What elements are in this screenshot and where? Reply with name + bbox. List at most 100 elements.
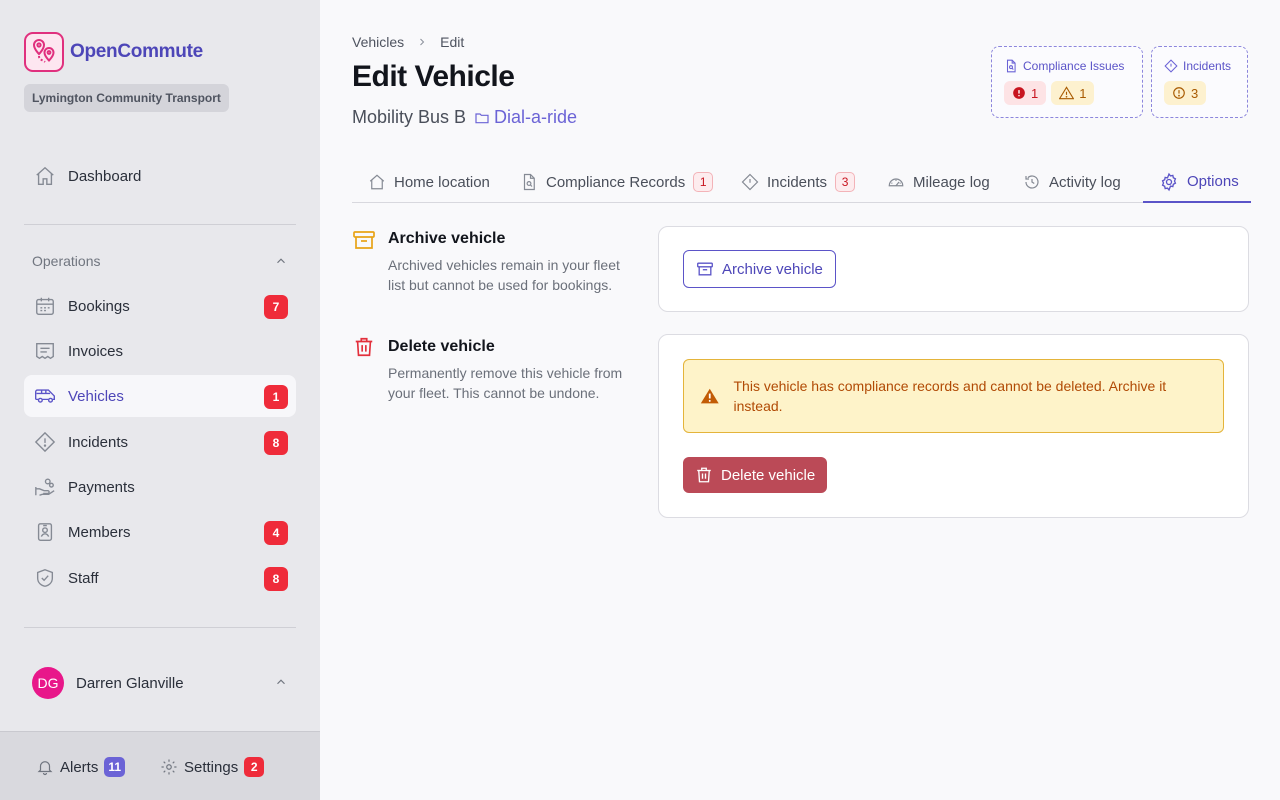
archive-box-icon: [697, 262, 713, 276]
tab-options[interactable]: Options: [1143, 162, 1251, 203]
delete-warning-text: This vehicle has compliance records and …: [733, 378, 1167, 414]
breadcrumb: Vehicles Edit: [352, 34, 464, 50]
sidebar-item-label: Vehicles: [68, 387, 124, 405]
gear-icon: [161, 759, 177, 775]
warning-triangle-icon: [700, 388, 719, 404]
alerts-button[interactable]: Alerts 11: [36, 756, 126, 778]
incidents-label: Incidents: [1183, 59, 1232, 73]
sidebar-item-members[interactable]: Members 4: [24, 511, 296, 553]
chevron-right-icon: [416, 36, 428, 48]
sidebar-item-staff[interactable]: Staff 8: [24, 557, 296, 599]
delete-section-description: Permanently remove this vehicle from you…: [388, 365, 623, 401]
sidebar-footer: Alerts 11 Settings 2: [0, 731, 320, 800]
count-badge: 8: [264, 567, 288, 591]
alerts-count-badge: 11: [104, 757, 126, 777]
tab-label: Incidents: [767, 173, 828, 191]
warning-diamond-icon: [1164, 59, 1178, 73]
section-label: Operations: [32, 253, 101, 269]
home-icon: [34, 165, 56, 187]
user-name: Darren Glanville: [76, 674, 184, 692]
document-search-icon: [523, 173, 535, 191]
tab-label: Home location: [394, 173, 490, 191]
error-count: 1: [1031, 85, 1039, 101]
user-menu[interactable]: DG Darren Glanville: [32, 667, 288, 699]
tab-count-badge: 1: [693, 172, 714, 192]
chevron-up-icon: [277, 679, 285, 685]
sidebar-item-label: Members: [68, 523, 131, 541]
delete-vehicle-button[interactable]: Delete vehicle: [683, 457, 828, 493]
count-badge: 1: [264, 385, 288, 409]
tab-label: Mileage log: [913, 173, 990, 191]
sidebar-item-label: Invoices: [68, 342, 124, 360]
error-circle-icon: [1013, 87, 1025, 99]
van-icon: [34, 385, 56, 407]
error-count-chip: 1: [1004, 81, 1047, 105]
sidebar-item-vehicles[interactable]: Vehicles 1: [24, 375, 296, 417]
sidebar-item-invoices[interactable]: Invoices: [24, 330, 296, 372]
tab-bar: Home location Compliance Records 1 Incid…: [352, 162, 1251, 203]
count-badge: 4: [264, 521, 288, 545]
shield-check-icon: [34, 567, 56, 589]
tab-compliance-records[interactable]: Compliance Records 1: [504, 162, 725, 202]
app-logo[interactable]: OpenCommute: [24, 32, 203, 72]
breadcrumb-current: Edit: [440, 34, 465, 50]
sidebar-item-payments[interactable]: Payments: [24, 466, 296, 508]
warning-triangle-icon: [1059, 86, 1075, 100]
delete-card: This vehicle has compliance records and …: [658, 334, 1249, 518]
settings-button[interactable]: Settings 2: [160, 756, 265, 778]
tab-incidents[interactable]: Incidents 3: [725, 162, 867, 202]
delete-button-label: Delete vehicle: [721, 466, 816, 484]
home-icon: [369, 174, 385, 190]
warning-count: 1: [1079, 85, 1087, 101]
app-name: OpenCommute: [70, 41, 203, 62]
document-search-icon: [1006, 59, 1016, 73]
sidebar: OpenCommute Lymington Community Transpor…: [0, 0, 320, 800]
vehicle-name: Mobility Bus B: [352, 107, 467, 127]
incident-chips: 3: [1164, 81, 1235, 105]
sidebar-divider: [24, 224, 296, 225]
gear-icon: [1161, 172, 1177, 191]
calendar-icon: [34, 295, 56, 317]
compliance-issues-summary[interactable]: Compliance Issues 1 1: [991, 46, 1143, 118]
archive-vehicle-button[interactable]: Archive vehicle: [683, 250, 836, 288]
compliance-issues-label: Compliance Issues: [1023, 59, 1125, 73]
warning-count-chip: 1: [1051, 81, 1095, 105]
incident-count-chip: 3: [1164, 81, 1207, 105]
sidebar-divider: [24, 627, 296, 628]
archive-button-label: Archive vehicle: [722, 260, 823, 278]
vehicle-group-label: Dial-a-ride: [494, 107, 578, 127]
sidebar-item-bookings[interactable]: Bookings 7: [24, 285, 296, 327]
incidents-summary[interactable]: Incidents 3: [1151, 46, 1248, 118]
incident-count: 3: [1191, 85, 1199, 101]
id-badge-icon: [34, 521, 56, 543]
compliance-issues-header: Compliance Issues: [1004, 59, 1130, 73]
tab-mileage-log[interactable]: Mileage log: [871, 162, 1002, 202]
tab-count-badge: 3: [835, 172, 856, 192]
tab-activity-log[interactable]: Activity log: [1007, 162, 1133, 202]
organization-selector[interactable]: Lymington Community Transport: [24, 84, 229, 112]
vehicle-group-link[interactable]: Dial-a-ride: [474, 107, 577, 128]
sidebar-item-label: Payments: [68, 478, 135, 496]
tab-label: Compliance Records: [546, 173, 686, 191]
warning-diamond-icon: [34, 431, 56, 453]
trash-icon: [352, 336, 376, 363]
compliance-chips: 1 1: [1004, 81, 1130, 105]
folder-icon: [475, 112, 489, 123]
tab-home-location[interactable]: Home location: [352, 162, 502, 202]
alert-circle-icon: [1173, 87, 1185, 99]
sidebar-item-dashboard[interactable]: Dashboard: [24, 155, 296, 197]
sidebar-item-label: Staff: [68, 569, 99, 587]
sidebar-item-incidents[interactable]: Incidents 8: [24, 421, 296, 463]
avatar: DG: [32, 667, 64, 699]
breadcrumb-link-vehicles[interactable]: Vehicles: [352, 34, 404, 50]
warning-diamond-icon: [741, 173, 759, 191]
history-icon: [1025, 175, 1039, 189]
count-badge: 7: [264, 295, 288, 319]
chevron-up-icon: [277, 258, 285, 264]
sidebar-item-label: Bookings: [68, 297, 130, 315]
page-title: Edit Vehicle: [352, 60, 515, 93]
count-badge: 8: [264, 431, 288, 455]
section-toggle-operations[interactable]: Operations: [32, 250, 288, 272]
archive-section-title: Archive vehicle: [388, 230, 506, 247]
vehicle-subtitle: Mobility Bus B Dial-a-ride: [352, 107, 577, 128]
